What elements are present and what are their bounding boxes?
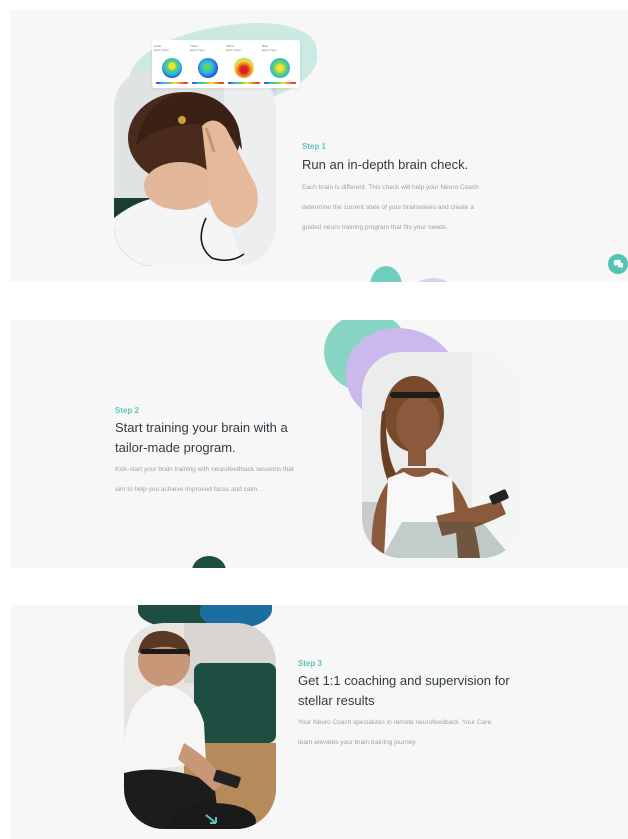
chat-bubble-icon [613,259,623,269]
brain-map-delta: Delta Eyes Open [154,44,190,84]
step-label: Step 3 [298,659,323,668]
description-line: Your Neuro Coach specializes in remote n… [298,719,492,726]
step-title: Get 1:1 coaching and supervision for ste… [298,671,510,711]
description-line: guided neuro training program that fits … [302,224,448,231]
title-line: Start training your brain with a [115,420,288,435]
color-scale-bar [264,82,296,84]
brain-map-sublabel: Eyes Open [226,48,241,52]
coaching-photo [124,623,276,829]
decorative-blob-dark-green [192,556,226,568]
step-label: Step 2 [115,406,140,415]
title-line: tailor-made program. [115,440,236,455]
step-title: Start training your brain with a tailor-… [115,418,288,458]
step-1-section: Delta Eyes Open Theta Eyes Open Alpha Ey… [10,10,628,282]
brain-map-theta: Theta Eyes Open [190,44,226,84]
brain-map-sublabel: Eyes Open [154,48,169,52]
step-description: Each brain is different. This check will… [302,178,479,238]
topographic-map-icon [162,58,182,78]
step-description: Kick-start your brain training with neur… [115,460,294,500]
step-description: Your Neuro Coach specializes in remote n… [298,713,491,753]
brain-map-beta: Beta Eyes Open [262,44,298,84]
brain-map-sublabel: Eyes Open [190,48,205,52]
training-photo [362,352,522,558]
topographic-map-icon [270,58,290,78]
step-2-section: Step 2 Start training your brain with a … [10,320,628,568]
chat-button[interactable] [608,254,628,274]
color-scale-bar [192,82,224,84]
color-scale-bar [156,82,188,84]
brain-check-photo [114,68,276,266]
description-line: team elevates your brain training journe… [298,739,417,746]
brain-map-card: Delta Eyes Open Theta Eyes Open Alpha Ey… [152,40,300,88]
title-line: Get 1:1 coaching and supervision for [298,673,510,688]
topographic-map-icon [198,58,218,78]
brain-map-sublabel: Eyes Open [262,48,277,52]
decorative-blob-mint-bottom [370,266,402,282]
description-line: aim to help you achieve improved focus a… [115,486,260,493]
description-line: Kick-start your brain training with neur… [115,466,294,473]
title-line: stellar results [298,693,375,708]
decorative-blob-lavender-bottom [414,278,452,282]
description-line: determine the current state of your brai… [302,204,474,211]
color-scale-bar [228,82,260,84]
brain-map-alpha: Alpha Eyes Open [226,44,262,84]
step-3-section: Step 3 Get 1:1 coaching and supervision … [10,605,628,839]
description-line: Each brain is different. This check will… [302,184,479,191]
step-label: Step 1 [302,142,327,151]
topographic-map-icon [234,58,254,78]
step-title: Run an in-depth brain check. [302,157,469,172]
